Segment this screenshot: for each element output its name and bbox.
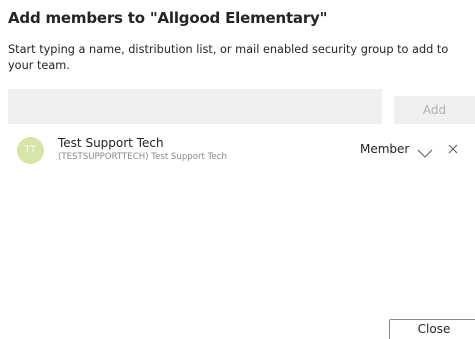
dialog-title: Add members to "Allgood Elementary" bbox=[8, 9, 328, 27]
close-icon bbox=[446, 141, 460, 160]
member-name: Test Support Tech bbox=[58, 136, 164, 150]
chevron-down-icon bbox=[417, 144, 433, 158]
member-row: TT Test Support Tech (TESTSUPPORTTECH) T… bbox=[0, 134, 475, 166]
remove-member-button[interactable] bbox=[446, 141, 460, 155]
role-dropdown[interactable]: Member bbox=[360, 140, 433, 158]
add-button[interactable]: Add bbox=[394, 96, 475, 124]
close-button[interactable]: Close bbox=[389, 319, 475, 339]
dialog-subtitle: Start typing a name, distribution list, … bbox=[8, 43, 449, 72]
member-detail: (TESTSUPPORTTECH) Test Support Tech bbox=[58, 152, 227, 162]
add-members-dialog: Add members to "Allgood Elementary" Star… bbox=[0, 0, 475, 339]
member-search-input[interactable] bbox=[8, 89, 382, 124]
avatar: TT bbox=[17, 137, 44, 164]
role-label: Member bbox=[360, 142, 410, 156]
